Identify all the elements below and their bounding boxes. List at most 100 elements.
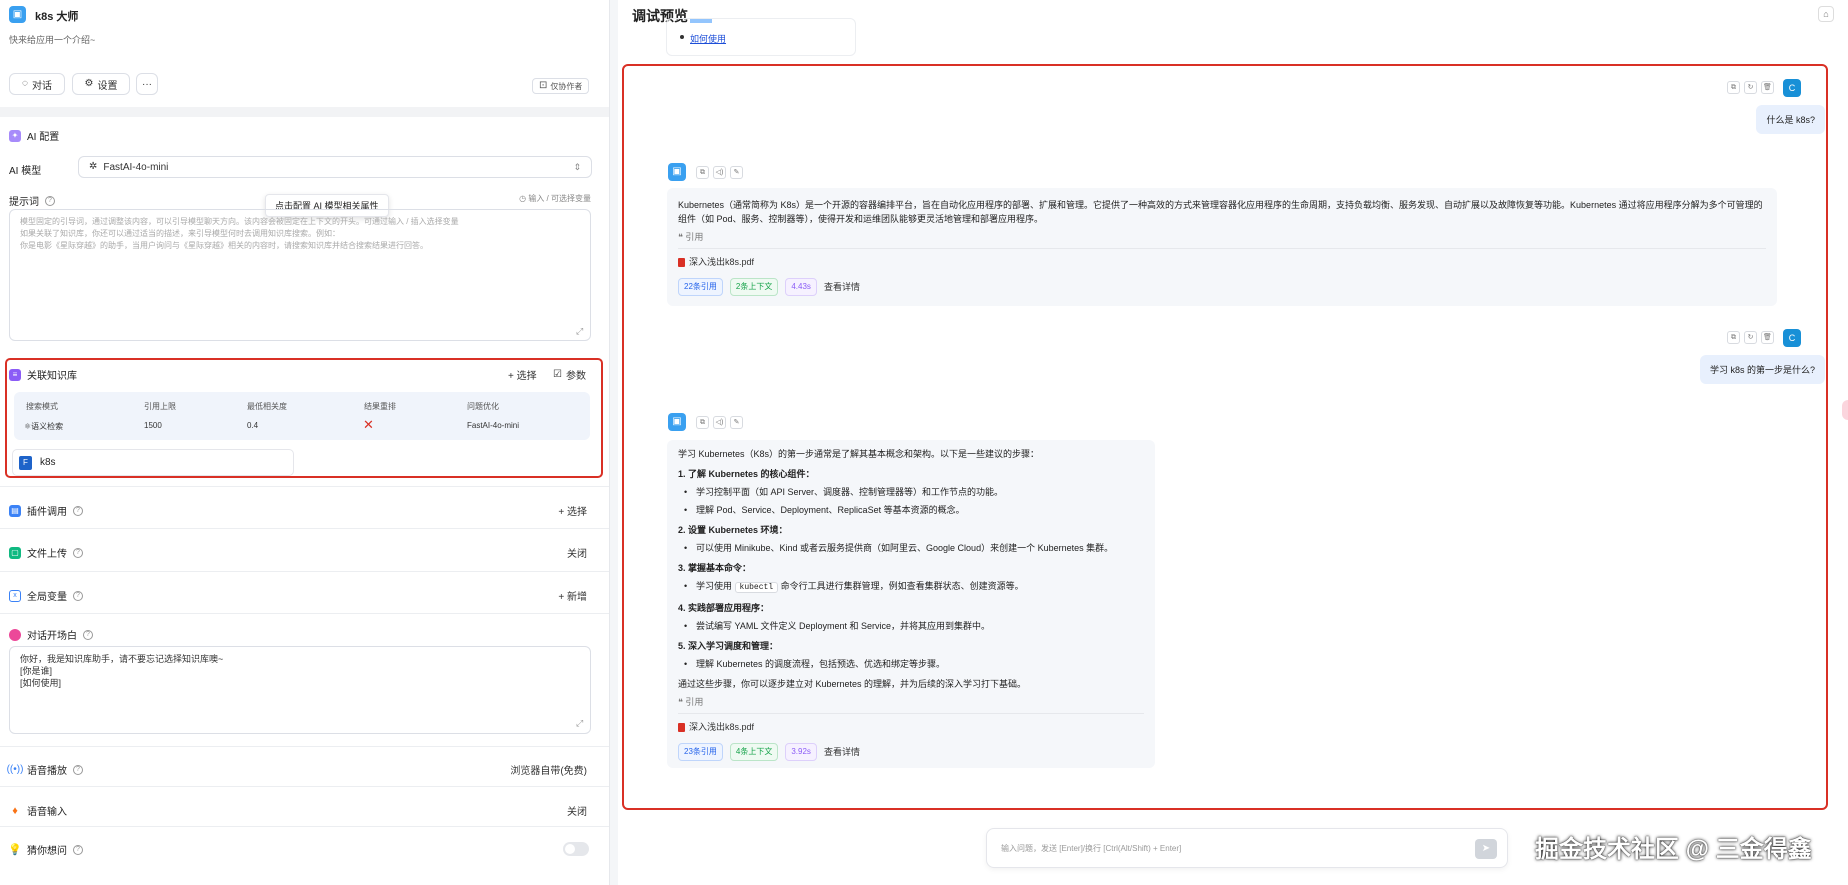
collaborator-label: 仅协作者 [550, 81, 583, 91]
help-icon[interactable]: ? [73, 590, 83, 601]
expand-icon[interactable]: ⤢ [576, 326, 583, 337]
context-count-tag[interactable]: 4条上下文 [729, 742, 779, 761]
toolbox-icon: ▤ [9, 504, 21, 517]
kb-name: k8s [40, 457, 56, 468]
divider [678, 713, 1144, 714]
context-count-tag[interactable]: 2条上下文 [729, 277, 779, 296]
add-variable-button[interactable]: + 新增 [558, 588, 587, 603]
knowledge-label: 关联知识库 [27, 371, 77, 382]
debug-preview-panel: 调试预览 ⌂ 如何使用 ⧉ ↻ 🗑 C 什么是 k8s? ▣ ⧉ ◁) ✎ Ku… [618, 0, 1848, 885]
citation-count-tag[interactable]: 23条引用 [678, 742, 723, 761]
table-header: 结果重排 [364, 402, 396, 411]
table-cell: ⚛语义检索 [24, 421, 63, 432]
knowledge-base-card[interactable]: F k8s [12, 449, 294, 476]
divider [0, 613, 609, 614]
app-title[interactable]: k8s 大师 [35, 8, 78, 24]
help-icon[interactable]: ? [45, 195, 55, 206]
help-icon[interactable]: ? [83, 629, 93, 640]
divider [0, 826, 609, 827]
knowledge-params-button[interactable]: ☑ 参数 [553, 367, 586, 382]
how-to-use-link[interactable]: 如何使用 [690, 32, 726, 45]
step-title: 3. 掌握基本命令： [678, 563, 752, 573]
help-icon[interactable]: ? [73, 764, 83, 775]
source-file[interactable]: 深入浅出k8s.pdf [678, 720, 754, 734]
duration-tag: 4.43s [785, 277, 817, 296]
openai-icon: ✲ [89, 161, 98, 172]
help-icon[interactable]: ? [73, 505, 83, 516]
prompt-textarea[interactable]: 模型固定的引导词，通过调整该内容，可以引导模型聊天方向。该内容会被固定在上下文的… [9, 209, 591, 341]
variables-label: 全局变量 [27, 592, 67, 603]
step-title: 4. 实践部署应用程序： [678, 603, 770, 613]
bullet-dot [680, 35, 684, 39]
chevron-updown-icon: ⇕ [573, 161, 581, 172]
model-label: AI 模型 [9, 166, 42, 177]
app-config-panel: ▣ k8s 大师 快来给应用一个介绍~ ◌ 对话 ⚙ 设置 ··· ⊡ 仅协作者… [0, 0, 610, 885]
copy-icon[interactable]: ⧉ [1727, 331, 1740, 344]
guess-title: 💡 猜你想问 ? [8, 842, 83, 857]
guess-label: 猜你想问 [27, 846, 67, 857]
divider [0, 486, 609, 487]
step-item: 理解 Kubernetes 的调度流程，包括预选、优选和绑定等步骤。 [678, 657, 1144, 671]
file-upload-value[interactable]: 关闭 [567, 545, 587, 560]
opening-line: [如何使用] [20, 678, 62, 688]
more-button[interactable]: ··· [136, 73, 158, 95]
view-details-link[interactable]: 查看详情 [824, 280, 860, 294]
divider [0, 786, 609, 787]
plugin-select-button[interactable]: + 选择 [558, 503, 587, 518]
plugin-title: ▤ 插件调用 ? [9, 503, 83, 518]
step-item: 尝试编写 YAML 文件定义 Deployment 和 Service，并将其应… [678, 619, 1144, 633]
rerank-off-icon: ✕ [363, 417, 374, 432]
prompt-label: 提示词 [9, 197, 39, 208]
citation-count-tag[interactable]: 22条引用 [678, 277, 723, 296]
model-select[interactable]: ✲ FastAI-4o-mini ⇕ [78, 156, 592, 178]
clear-icon[interactable]: ⌂ [1818, 6, 1834, 22]
edit-icon[interactable]: ✎ [730, 416, 743, 429]
help-icon[interactable]: ? [73, 844, 83, 855]
help-icon[interactable]: ? [73, 547, 83, 558]
prompt-hint: ◷ 输入 / 可选择变量 [519, 193, 591, 204]
table-cell: FastAI-4o-mini [467, 421, 520, 430]
step-item: 学习使用 kubectl 命令行工具进行集群管理，例如查看集群状态、创建资源等。 [678, 579, 1144, 595]
voice-input-label: 语音输入 [27, 807, 67, 818]
prompt-hint-text: 输入 / 可选择变量 [528, 194, 591, 203]
chat-bubble-icon: ◌ [22, 78, 28, 89]
more-icon: ··· [142, 78, 152, 90]
send-icon[interactable]: ➤ [1475, 839, 1497, 859]
copy-icon[interactable]: ⧉ [696, 416, 709, 429]
source-file[interactable]: 深入浅出k8s.pdf [678, 255, 754, 269]
speaker-icon[interactable]: ◁) [713, 166, 726, 179]
step-item: 可以使用 Minikube、Kind 或者云服务提供商（如阿里云、Google … [678, 541, 1144, 555]
lightbulb-icon: 💡 [8, 843, 22, 856]
collaborator-button[interactable]: ⊡ 仅协作者 [532, 78, 590, 94]
chat-input-bar[interactable]: 输入问题，发送 [Enter]/换行 [Ctrl(Alt/Shift) + En… [986, 828, 1508, 868]
delete-icon[interactable]: 🗑 [1761, 81, 1774, 94]
retry-icon[interactable]: ↻ [1744, 81, 1757, 94]
side-handle[interactable] [1842, 400, 1848, 420]
expand-icon[interactable]: ⤢ [576, 718, 583, 729]
copy-icon[interactable]: ⧉ [1727, 81, 1740, 94]
clock-icon: ◷ [519, 194, 529, 203]
tts-value[interactable]: 浏览器自带(免费) [510, 762, 587, 777]
model-value: FastAI-4o-mini [103, 161, 169, 173]
bot-message: 学习 Kubernetes（K8s）的第一步通常是了解其基本概念和架构。以下是一… [667, 440, 1155, 768]
table-header: 搜索模式 [26, 402, 58, 411]
microphone-icon: ♦ [9, 804, 21, 817]
delete-icon[interactable]: 🗑 [1761, 331, 1774, 344]
file-icon: ▢ [9, 546, 21, 559]
speaker-icon[interactable]: ◁) [713, 416, 726, 429]
settings-button-label: 设置 [97, 80, 118, 92]
opening-textarea[interactable]: 你好，我是知识库助手，请不要忘记选择知识库噢~ [你是谁] [如何使用] [9, 646, 591, 734]
voice-input-value[interactable]: 关闭 [567, 803, 587, 818]
divider [678, 248, 1766, 249]
opening-line: [你是谁] [20, 666, 53, 676]
edit-icon[interactable]: ✎ [730, 166, 743, 179]
answer-outro: 通过这些步骤，你可以逐步建立对 Kubernetes 的理解，并为后续的深入学习… [678, 679, 1027, 689]
guess-toggle[interactable] [563, 842, 589, 856]
app-intro[interactable]: 快来给应用一个介绍~ [9, 33, 95, 46]
retry-icon[interactable]: ↻ [1744, 331, 1757, 344]
settings-button[interactable]: ⚙ 设置 [72, 73, 130, 95]
copy-icon[interactable]: ⧉ [696, 166, 709, 179]
knowledge-select-button[interactable]: + 选择 [508, 367, 537, 382]
view-details-link[interactable]: 查看详情 [824, 745, 860, 759]
chat-button[interactable]: ◌ 对话 [9, 73, 65, 95]
